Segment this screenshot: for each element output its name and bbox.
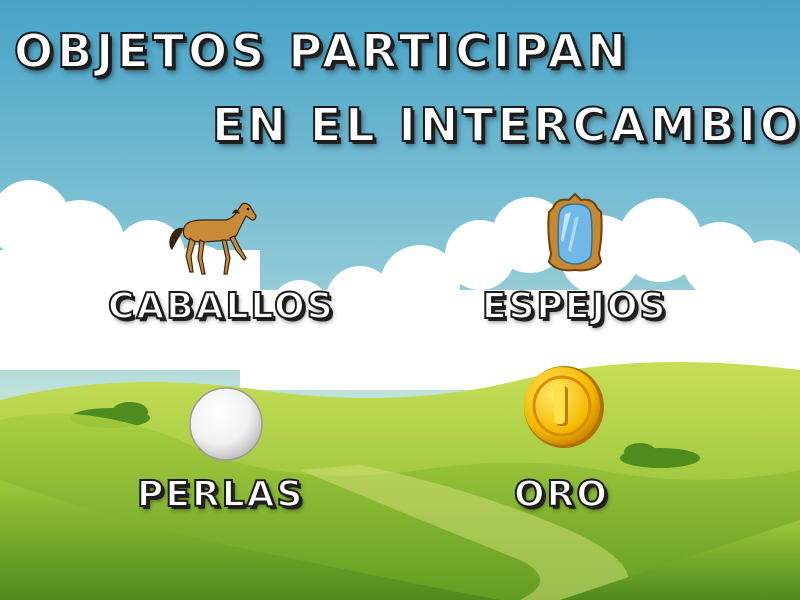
title-line-2: EN EL INTERCAMBIO (211, 97, 800, 153)
gold-coin-icon[interactable] (522, 364, 606, 450)
label-perlas[interactable]: PERLAS (136, 473, 304, 516)
game-scene: OBJETOS PARTICIPAN EN EL INTERCAMBIO CAB… (0, 0, 800, 600)
horse-icon[interactable] (164, 198, 260, 278)
label-espejos[interactable]: ESPEJOS (481, 285, 667, 328)
label-oro[interactable]: ORO (513, 473, 609, 516)
mirror-icon[interactable] (545, 192, 605, 274)
title-line-1: OBJETOS PARTICIPAN (13, 23, 630, 79)
label-caballos[interactable]: CABALLOS (107, 285, 335, 328)
pearl-icon[interactable] (186, 384, 266, 464)
